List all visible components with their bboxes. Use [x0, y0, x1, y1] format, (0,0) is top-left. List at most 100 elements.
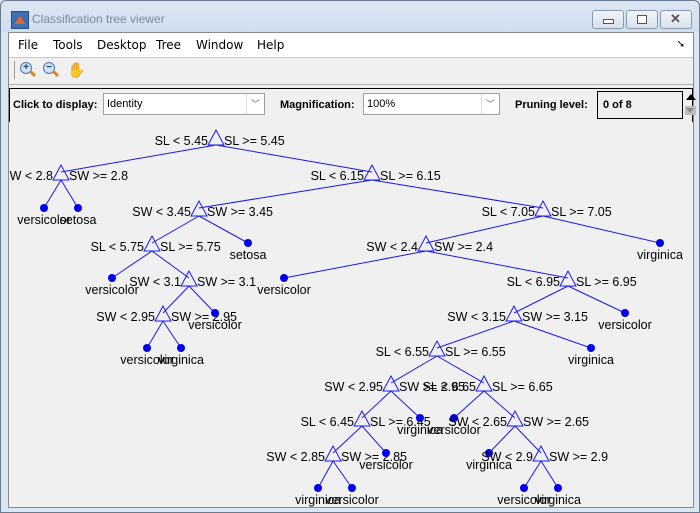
- tree-edge: [198, 215, 249, 244]
- split-rule-left: SW < 2.8: [9, 169, 53, 183]
- click-to-display-select[interactable]: Identity ﹀: [103, 93, 265, 115]
- branch-node[interactable]: [532, 444, 550, 462]
- leaf-label: versicolor: [188, 318, 242, 332]
- tree-edge: [540, 460, 559, 489]
- leaf-node[interactable]: [520, 484, 528, 492]
- leaf-node[interactable]: [108, 274, 116, 282]
- branch-node[interactable]: [190, 199, 208, 217]
- tree-edge: [60, 179, 79, 209]
- branch-node[interactable]: [428, 339, 446, 357]
- branch-node[interactable]: [363, 163, 381, 181]
- leaf-label: versicolor: [359, 458, 413, 472]
- tree-edge: [146, 320, 164, 349]
- branch-node[interactable]: [505, 304, 523, 322]
- split-rule-left: SW < 2.85: [266, 450, 325, 464]
- leaf-node[interactable]: [40, 204, 48, 212]
- tree-canvas[interactable]: SL < 5.45 SL >= 5.45 SW < 2.8 SW >= 2.8 SL <…: [9, 122, 693, 507]
- pruning-level-value: 0 of 8: [603, 99, 632, 111]
- tree-edge: [425, 250, 569, 279]
- click-to-display-label: Click to display:: [13, 99, 98, 111]
- split-rule-left: SW < 3.15: [447, 310, 506, 324]
- menu-desktop[interactable]: Desktop: [97, 38, 147, 52]
- click-to-display-value: Identity: [107, 98, 143, 110]
- split-rule-left: SL < 5.75: [91, 240, 144, 254]
- leaf-node[interactable]: [382, 449, 390, 457]
- tree-edge: [425, 215, 544, 244]
- tree-edge: [317, 460, 334, 489]
- leaf-label: versicolor: [257, 283, 311, 297]
- leaf-node[interactable]: [280, 274, 288, 282]
- menu-window[interactable]: Window: [196, 38, 243, 52]
- split-rule-left: SL < 6.45: [301, 415, 354, 429]
- branch-node[interactable]: [143, 234, 161, 252]
- leaf-label: versicolor: [325, 493, 379, 507]
- pan-button[interactable]: ✋: [65, 61, 86, 81]
- magnification-select[interactable]: 100% ﹀: [363, 93, 500, 115]
- branch-node[interactable]: [475, 374, 493, 392]
- pruning-level-field[interactable]: 0 of 8: [597, 91, 683, 119]
- branch-node[interactable]: [52, 163, 70, 181]
- branch-node[interactable]: [559, 269, 577, 287]
- pruning-level-spinner[interactable]: [684, 91, 696, 119]
- split-rule-left: SL < 5.45: [155, 134, 208, 148]
- branch-node[interactable]: [382, 374, 400, 392]
- split-rule-left: SW < 2.4: [366, 240, 418, 254]
- leaf-node[interactable]: [74, 204, 82, 212]
- menu-tree[interactable]: Tree: [156, 38, 181, 52]
- split-rule-right: SL >= 6.15: [380, 169, 441, 183]
- leaf-label: setosa: [230, 248, 267, 262]
- title-bar[interactable]: Classification tree viewer ✕: [1, 1, 699, 32]
- toolbar-separator: [14, 61, 15, 79]
- minimize-button[interactable]: [592, 10, 624, 29]
- spin-up-icon[interactable]: [686, 94, 696, 100]
- spin-down-icon[interactable]: [685, 106, 696, 115]
- chevron-down-icon[interactable]: ﹀: [481, 94, 499, 114]
- leaf-node[interactable]: [554, 484, 562, 492]
- magnifier-handle: [28, 69, 37, 78]
- tree-edge: [60, 144, 217, 173]
- matlab-logo-icon: [11, 11, 29, 29]
- toolbar: + − ✋: [9, 58, 693, 85]
- tree-edge: [514, 425, 542, 454]
- menu-file[interactable]: File: [18, 38, 38, 52]
- split-rule-left: SW < 3.1: [129, 275, 181, 289]
- zoom-in-button[interactable]: +: [19, 61, 39, 81]
- leaf-node[interactable]: [314, 484, 322, 492]
- tree-edge: [162, 285, 190, 314]
- leaf-node[interactable]: [656, 239, 664, 247]
- close-button[interactable]: ✕: [660, 10, 692, 29]
- split-rule-left: SW < 2.65: [448, 415, 507, 429]
- leaf-node[interactable]: [211, 309, 219, 317]
- leaf-label: virginica: [637, 248, 683, 262]
- leaf-node[interactable]: [416, 414, 424, 422]
- tree-edge: [513, 320, 592, 349]
- tree-edge: [453, 390, 485, 419]
- maximize-button[interactable]: [626, 10, 658, 29]
- branch-node[interactable]: [534, 199, 552, 217]
- branch-node[interactable]: [417, 234, 435, 252]
- tree-edge: [483, 390, 516, 419]
- menu-help[interactable]: Help: [257, 38, 284, 52]
- tree-edge: [43, 179, 62, 209]
- undock-icon[interactable]: ➘: [677, 39, 685, 50]
- branch-node[interactable]: [180, 269, 198, 287]
- leaf-node[interactable]: [177, 344, 185, 352]
- tree-edge: [151, 250, 190, 279]
- leaf-node[interactable]: [143, 344, 151, 352]
- leaf-node[interactable]: [244, 239, 252, 247]
- branch-node[interactable]: [154, 304, 172, 322]
- tree-diagram[interactable]: SL < 5.45 SL >= 5.45 SW < 2.8 SW >= 2.8 SL <…: [9, 122, 693, 507]
- leaf-node[interactable]: [621, 309, 629, 317]
- split-rule-right: SL >= 6.95: [576, 275, 637, 289]
- branch-node[interactable]: [207, 128, 225, 146]
- menu-tools[interactable]: Tools: [53, 38, 83, 52]
- zoom-out-button[interactable]: −: [42, 61, 62, 81]
- tree-edge: [390, 390, 421, 419]
- tree-edge: [523, 460, 542, 489]
- leaf-node[interactable]: [348, 484, 356, 492]
- leaf-node[interactable]: [587, 344, 595, 352]
- tree-edge: [111, 250, 153, 279]
- magnifier-handle: [51, 69, 60, 78]
- split-rule-right: SW >= 2.8: [69, 169, 128, 183]
- chevron-down-icon[interactable]: ﹀: [246, 94, 264, 114]
